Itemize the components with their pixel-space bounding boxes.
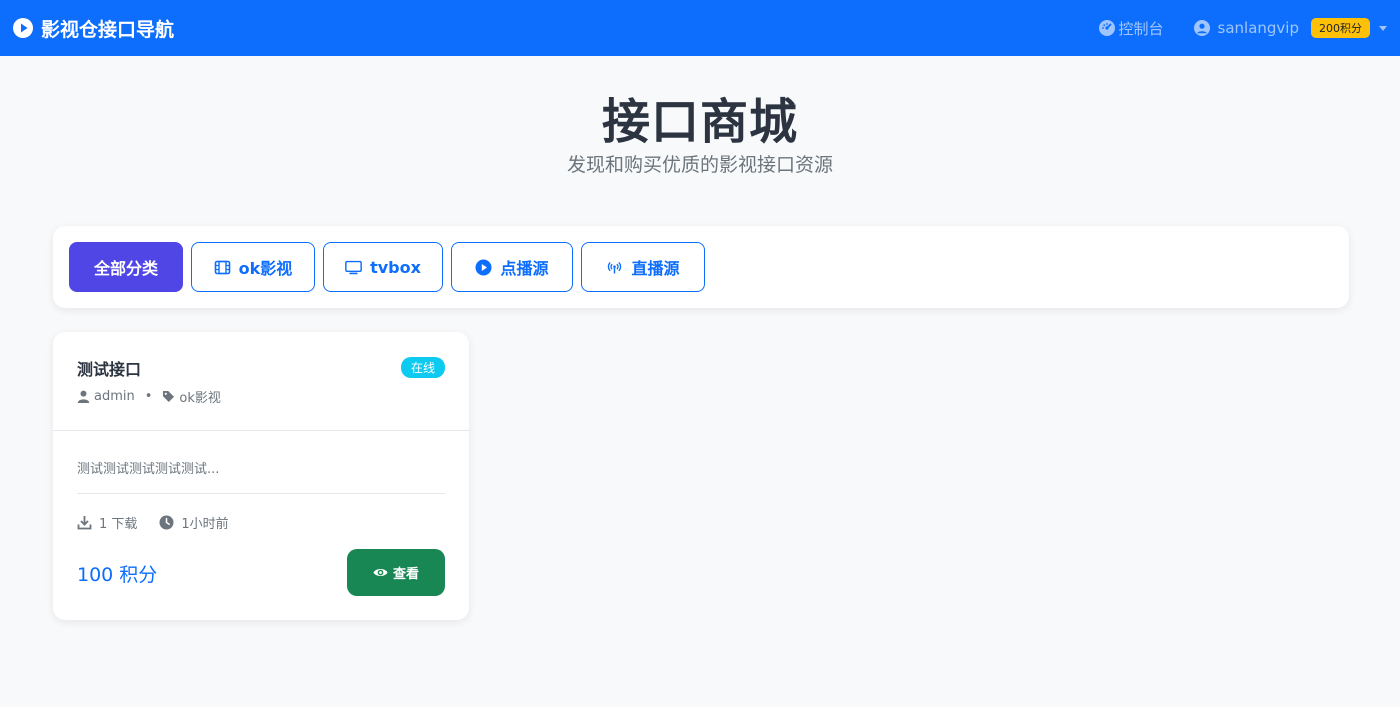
play-circle-icon — [475, 259, 492, 276]
card-header: 测试接口 在线 admin • ok影视 — [53, 332, 469, 431]
clock-icon — [159, 515, 174, 530]
console-label: 控制台 — [1118, 19, 1164, 38]
card-stats: 1 下载 1小时前 — [77, 513, 229, 532]
status-badge: 在线 — [400, 357, 445, 378]
card-divider — [77, 493, 445, 494]
interface-card: 测试接口 在线 admin • ok影视 测试测试测试测试测试... 1 下载 … — [53, 332, 469, 620]
film-icon — [214, 259, 231, 276]
play-circle-icon — [13, 18, 33, 38]
page-title: 接口商城 — [601, 94, 798, 150]
card-price: 100 积分 — [77, 564, 158, 586]
category-all-button[interactable]: 全部分类 — [69, 242, 183, 292]
category-label: 全部分类 — [93, 259, 158, 278]
category-label: tvbox — [370, 257, 421, 277]
category-label: 点播源 — [500, 259, 549, 278]
page-subtitle: 发现和购买优质的影视接口资源 — [566, 154, 833, 176]
card-meta: admin • ok影视 — [77, 387, 221, 406]
console-link[interactable]: 控制台 — [1098, 18, 1164, 39]
user-menu[interactable]: sanlangvip 200积分 — [1193, 18, 1387, 38]
download-count: 1 下载 — [99, 517, 138, 532]
user-circle-icon — [1193, 20, 1210, 36]
nav-right: 控制台 sanlangvip 200积分 — [1098, 18, 1387, 39]
points-badge: 200积分 — [1311, 18, 1370, 38]
brand-link[interactable]: 影视仓接口导航 — [13, 15, 174, 42]
tag-icon — [162, 390, 175, 403]
card-description: 测试测试测试测试测试... — [77, 462, 220, 477]
view-button[interactable]: 查看 — [347, 549, 445, 596]
card-author: admin — [94, 389, 135, 404]
meta-separator: • — [144, 389, 153, 404]
top-navbar: 影视仓接口导航 控制台 sanlangvip 200积分 — [0, 0, 1400, 56]
category-label: 直播源 — [631, 259, 680, 278]
category-label: ok影视 — [238, 259, 293, 278]
category-ok-button[interactable]: ok影视 — [191, 242, 315, 292]
user-icon — [77, 390, 90, 403]
broadcast-icon — [606, 259, 623, 276]
view-label: 查看 — [392, 567, 419, 582]
category-tvbox-button[interactable]: tvbox — [323, 242, 443, 292]
category-live-button[interactable]: 直播源 — [581, 242, 705, 292]
chevron-down-icon — [1379, 25, 1387, 31]
brand-title: 影视仓接口导航 — [41, 18, 175, 41]
eye-icon — [373, 565, 388, 580]
download-icon — [77, 515, 92, 530]
update-time: 1小时前 — [181, 517, 229, 532]
card-category: ok影视 — [179, 391, 221, 406]
card-title: 测试接口 — [77, 360, 142, 379]
tv-icon — [345, 259, 362, 276]
category-filter-bar: 全部分类 ok影视 tvbox 点播源 直播源 — [53, 226, 1349, 308]
category-vod-button[interactable]: 点播源 — [451, 242, 573, 292]
gauge-icon — [1098, 20, 1115, 36]
user-name: sanlangvip — [1217, 19, 1299, 37]
